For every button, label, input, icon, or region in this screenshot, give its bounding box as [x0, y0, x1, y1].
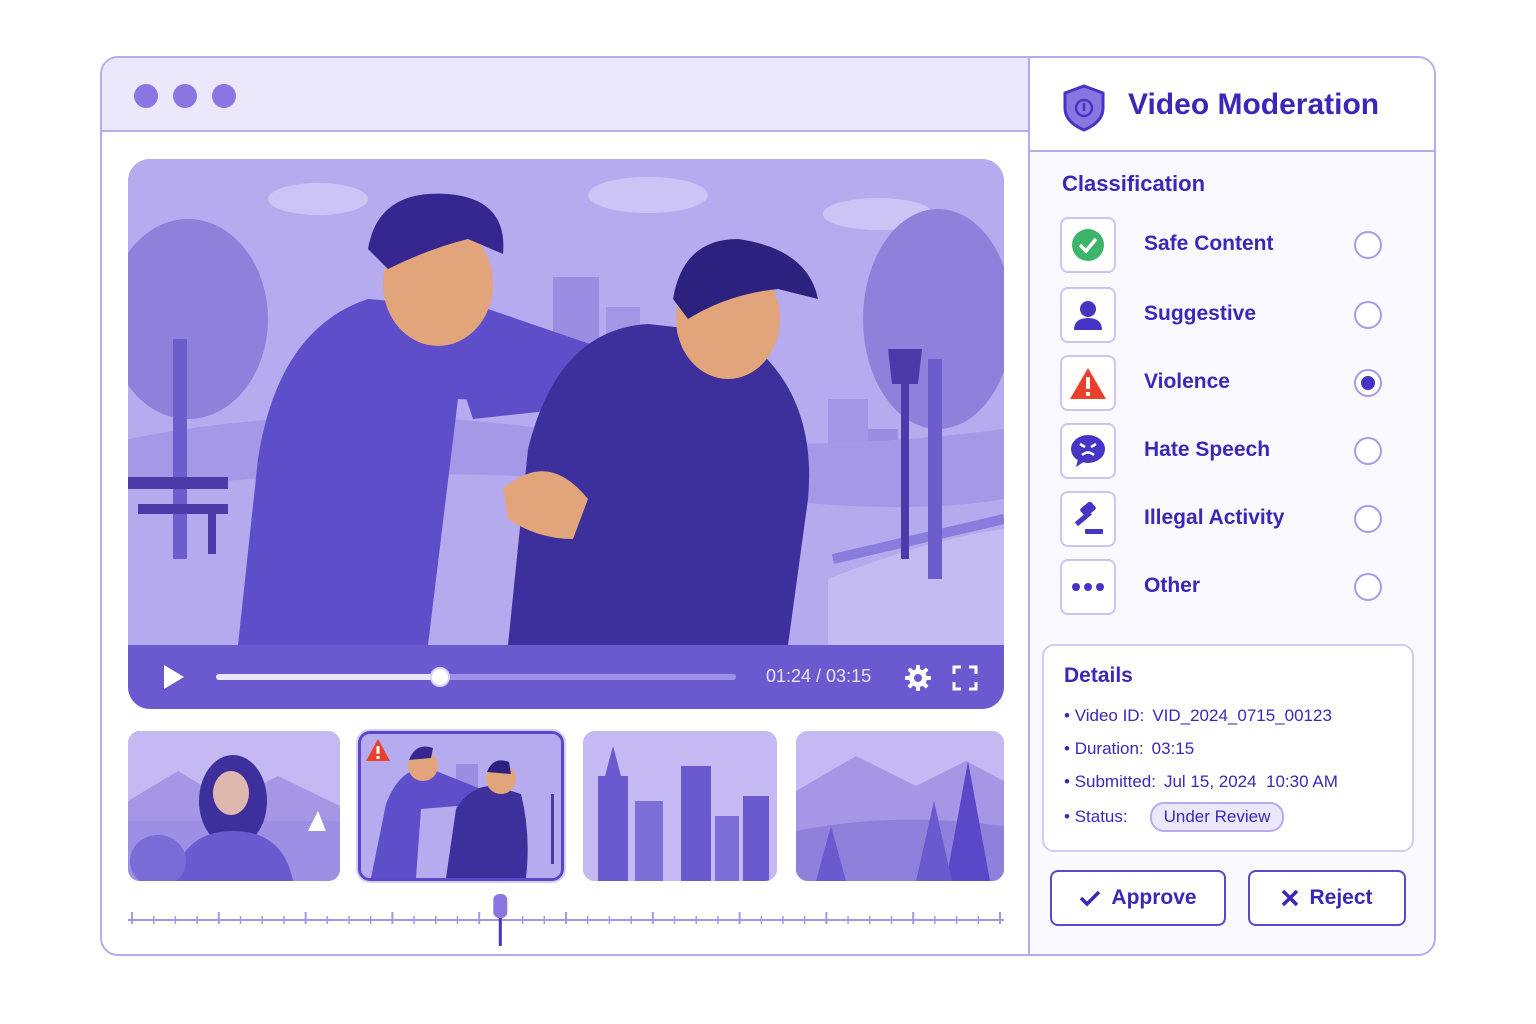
option-icon-box — [1060, 491, 1116, 547]
shield-icon — [1063, 84, 1105, 132]
option-illegal-activity[interactable]: Illegal Activity — [1060, 491, 1400, 547]
option-label: Safe Content — [1144, 232, 1274, 255]
moderation-panel: Video Moderation Classification Safe Con… — [1030, 58, 1434, 954]
window-dot-1[interactable] — [134, 84, 158, 108]
play-icon[interactable] — [158, 662, 188, 692]
video-pane: 01:24 / 03:15 — [102, 58, 1030, 954]
detail-label: Duration: — [1074, 739, 1144, 758]
more-dots-icon — [1072, 583, 1104, 591]
classification-heading: Classification — [1062, 171, 1206, 196]
window-dot-3[interactable] — [212, 84, 236, 108]
detail-video-id: • Video ID: VID_2024_0715_00123 — [1064, 706, 1332, 725]
angry-speech-bubble-icon — [1071, 435, 1105, 467]
radio-illegal-activity[interactable] — [1354, 505, 1382, 533]
reject-label: Reject — [1309, 886, 1373, 909]
detail-duration: • Duration: 03:15 — [1064, 739, 1195, 758]
status-badge: Under Review — [1149, 802, 1285, 832]
gavel-icon — [1074, 502, 1103, 534]
thumbnail-4[interactable] — [796, 731, 1004, 881]
thumbnail-city-skyline-image — [583, 731, 777, 881]
thumbnail-woman-lakeside-image — [128, 731, 340, 881]
option-icon-box — [1060, 423, 1116, 479]
option-label: Hate Speech — [1144, 438, 1271, 461]
gear-icon[interactable] — [904, 664, 932, 692]
option-icon-box — [1060, 559, 1116, 615]
detail-submitted: • Submitted: Jul 15, 2024 10:30 AM — [1064, 772, 1338, 791]
reject-button[interactable]: Reject — [1248, 870, 1406, 926]
option-label: Other — [1144, 574, 1201, 597]
close-icon — [1282, 889, 1299, 907]
detail-label: Submitted: — [1074, 772, 1156, 791]
detail-label: Video ID: — [1074, 706, 1145, 725]
thumbnail-mountains-image — [796, 731, 1004, 881]
option-label: Suggestive — [1144, 302, 1257, 325]
window-dot-2[interactable] — [173, 84, 197, 108]
detail-status: • Status: Under Review — [1064, 802, 1285, 832]
option-suggestive[interactable]: Suggestive — [1060, 287, 1400, 343]
warning-flag-icon — [366, 739, 390, 761]
option-violence[interactable]: Violence — [1060, 355, 1400, 411]
radio-other[interactable] — [1354, 573, 1382, 601]
video-player[interactable]: 01:24 / 03:15 — [128, 159, 1004, 709]
thumbnail-1[interactable] — [128, 731, 340, 881]
details-card: Details • Video ID: VID_2024_0715_00123 •… — [1042, 644, 1414, 852]
option-other[interactable]: Other — [1060, 559, 1400, 615]
checkmark-icon — [1080, 890, 1101, 907]
check-circle-icon — [1072, 229, 1104, 261]
video-frame-fight-scene — [128, 159, 1004, 645]
option-hate-speech[interactable]: Hate Speech — [1060, 423, 1400, 479]
approve-label: Approve — [1111, 886, 1197, 909]
option-icon-box — [1060, 355, 1116, 411]
radio-hate-speech[interactable] — [1354, 437, 1382, 465]
option-label: Illegal Activity — [1144, 506, 1285, 529]
approve-button[interactable]: Approve — [1050, 870, 1226, 926]
time-display: 01:24 / 03:15 — [766, 666, 872, 686]
panel-header: Video Moderation — [1030, 58, 1434, 152]
details-heading: Details — [1064, 664, 1133, 687]
option-safe-content[interactable]: Safe Content — [1060, 217, 1400, 273]
option-icon-box — [1060, 217, 1116, 273]
person-icon — [1074, 301, 1102, 330]
seek-bar-handle[interactable] — [429, 667, 450, 687]
seek-bar-progress — [216, 674, 440, 680]
panel-title: Video Moderation — [1128, 88, 1380, 121]
thumbnail-3[interactable] — [583, 731, 777, 881]
radio-safe-content[interactable] — [1354, 231, 1382, 259]
option-label: Violence — [1144, 370, 1230, 393]
fullscreen-icon[interactable] — [952, 665, 978, 691]
window-titlebar — [102, 58, 1028, 132]
radio-suggestive[interactable] — [1354, 301, 1382, 329]
thumbnail-2-selected[interactable] — [358, 731, 564, 881]
option-icon-box — [1060, 287, 1116, 343]
moderation-window: 01:24 / 03:15 Video Moderation Classific… — [100, 56, 1436, 956]
thumbnail-fight-image — [361, 734, 561, 878]
warning-triangle-icon — [1070, 368, 1106, 399]
detail-label: Status: — [1074, 807, 1128, 826]
detail-value: VID_2024_0715_00123 — [1152, 706, 1332, 725]
seek-bar[interactable] — [216, 667, 736, 687]
radio-violence-selected[interactable] — [1354, 369, 1382, 397]
detail-value: 03:15 — [1151, 739, 1195, 758]
detail-value: Jul 15, 2024 10:30 AM — [1163, 772, 1338, 791]
player-controls: 01:24 / 03:15 — [128, 645, 1004, 709]
timeline-playhead-handle[interactable] — [493, 894, 508, 918]
timeline-scrubber[interactable] — [128, 888, 1004, 948]
